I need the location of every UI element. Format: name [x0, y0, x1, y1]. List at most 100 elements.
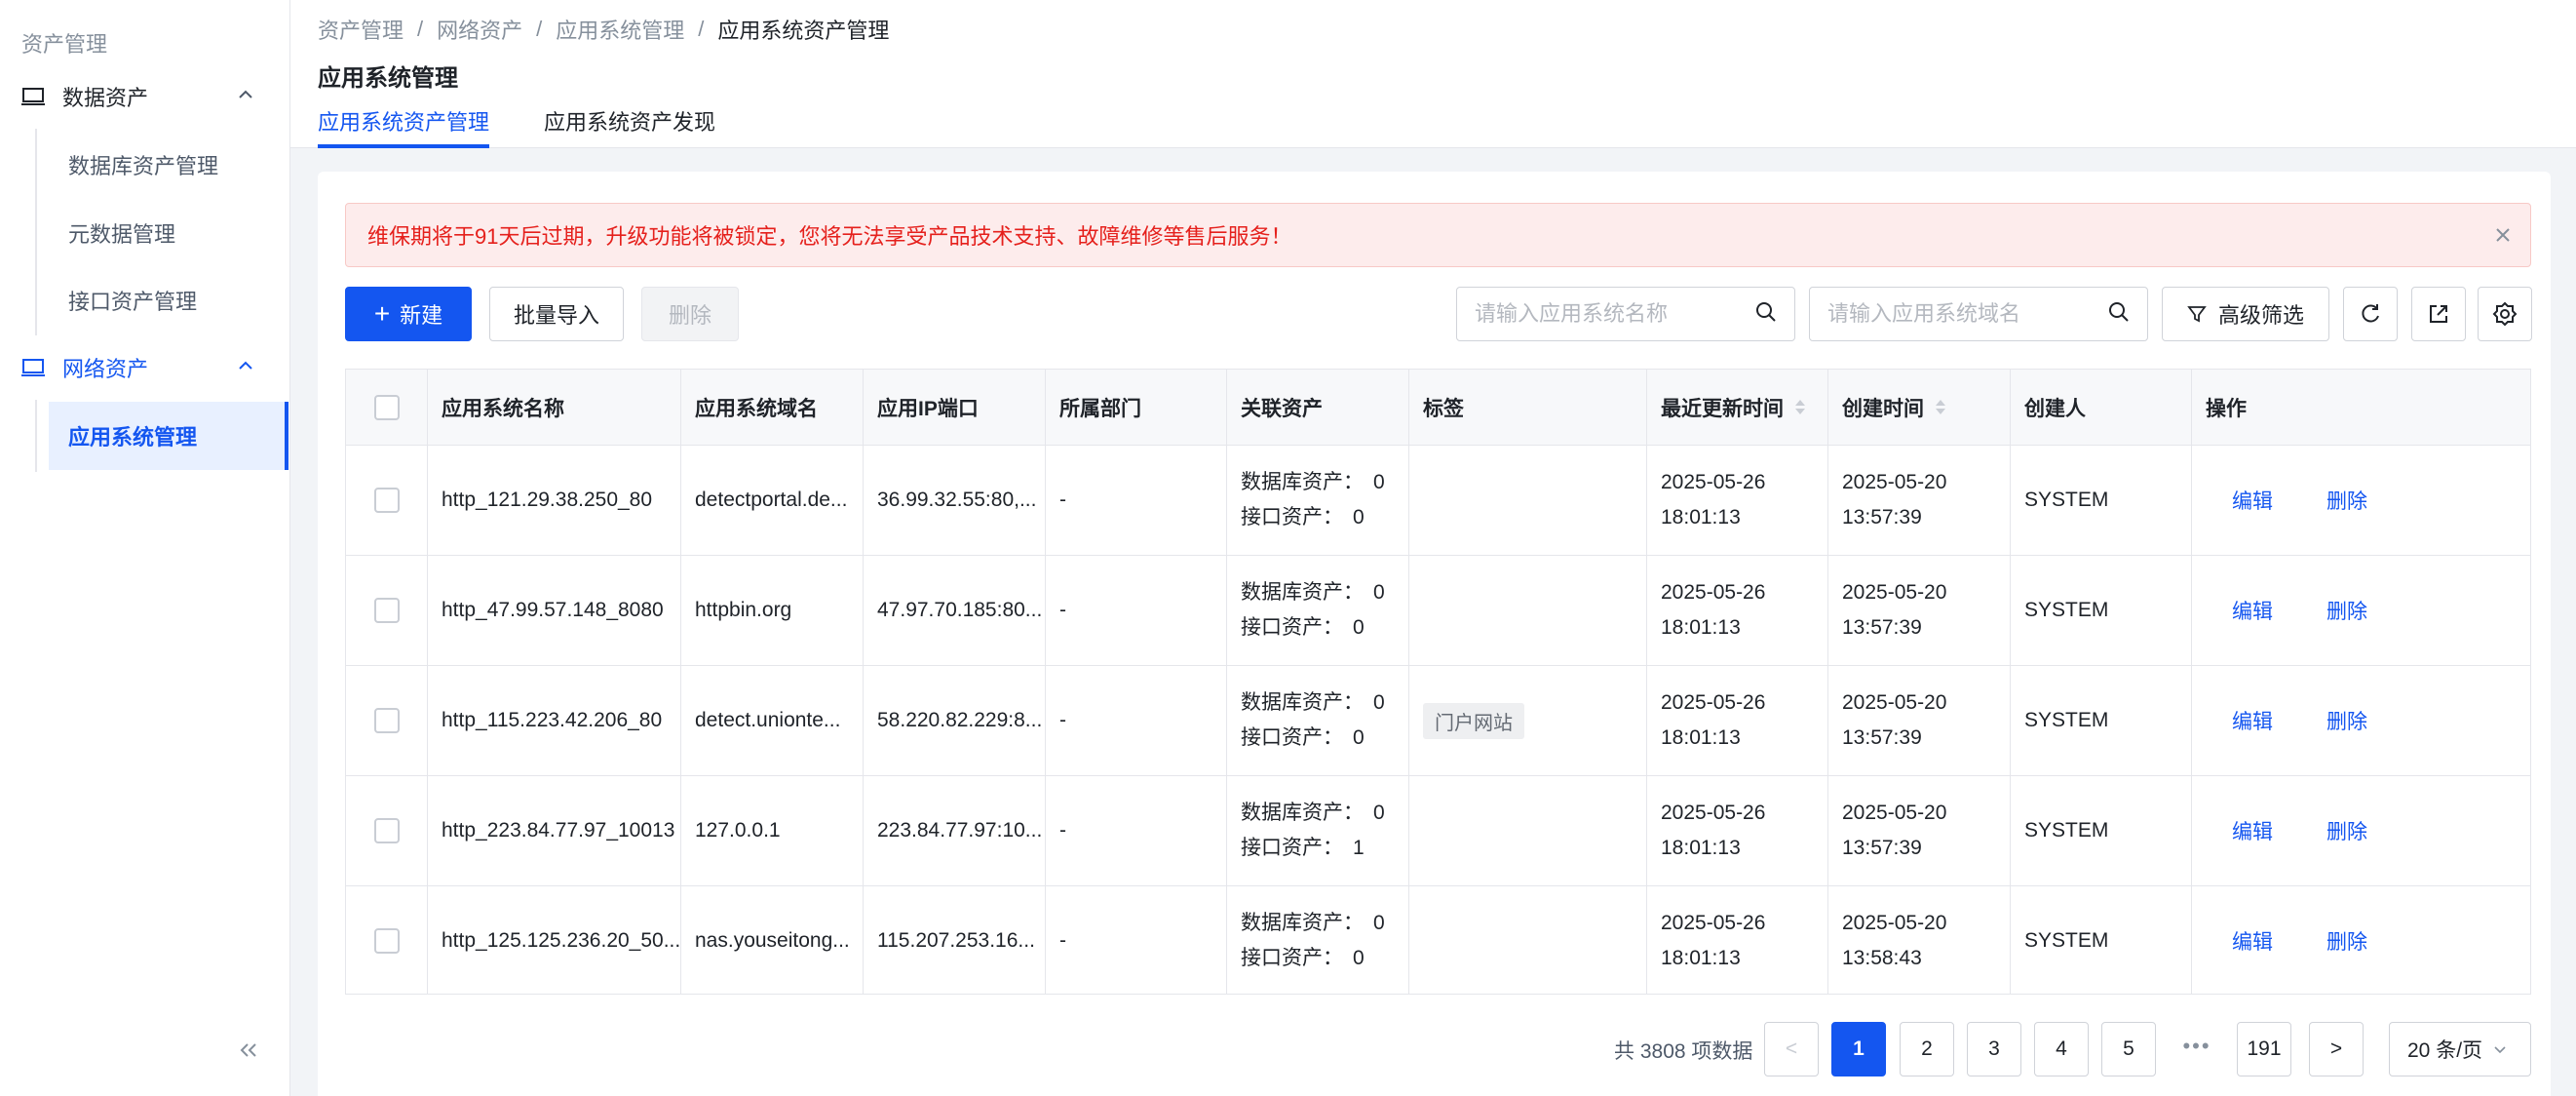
db-asset-label: 数据库资产：	[1241, 691, 1364, 714]
main-card: 维保期将于91天后过期，升级功能将被锁定，您将无法享受产品技术支持、故障维修等售…	[318, 172, 2551, 1096]
edit-link[interactable]: 编辑	[2232, 596, 2273, 625]
edit-link[interactable]: 编辑	[2232, 486, 2273, 515]
api-asset-label: 接口资产：	[1241, 726, 1343, 749]
delete-link[interactable]: 删除	[2326, 816, 2367, 845]
column-header-sortable[interactable]: 最近更新时间	[1647, 370, 1828, 445]
page-button-2[interactable]: 2	[1900, 1022, 1954, 1076]
sidebar-item-app-system[interactable]: 应用系统管理	[49, 402, 288, 470]
delete-link[interactable]: 删除	[2326, 596, 2367, 625]
row-select-cell	[346, 556, 428, 665]
tab-app-asset-discovery[interactable]: 应用系统资产发现	[544, 101, 715, 148]
page-button-1[interactable]: 1	[1831, 1022, 1886, 1076]
export-icon[interactable]	[2411, 287, 2466, 341]
cell-domain: httpbin.org	[681, 556, 864, 665]
page-header: 资产管理 / 网络资产 / 应用系统管理 / 应用系统资产管理 应用系统管理 应…	[290, 0, 2576, 148]
page-button-3[interactable]: 3	[1967, 1022, 2021, 1076]
column-header-label: 最近更新时间	[1661, 397, 1784, 420]
breadcrumb-separator: /	[417, 17, 424, 41]
search-icon[interactable]	[1755, 301, 1777, 328]
cell-tags	[1409, 556, 1647, 665]
db-asset-count: 0	[1373, 912, 1385, 934]
column-header-sortable[interactable]: 创建时间	[1828, 370, 2011, 445]
search-icon[interactable]	[2108, 301, 2130, 328]
advanced-filter-button[interactable]: 高级筛选	[2162, 287, 2329, 341]
row-checkbox[interactable]	[373, 598, 400, 623]
edit-link[interactable]: 编辑	[2232, 706, 2273, 735]
row-checkbox[interactable]	[373, 818, 400, 843]
batch-import-button[interactable]: 批量导入	[489, 287, 624, 341]
cell-created-time: 2025-05-20 13:58:43	[1828, 886, 2011, 994]
row-select-cell	[346, 446, 428, 555]
sort-icon[interactable]	[1936, 400, 1945, 414]
edit-link[interactable]: 编辑	[2232, 926, 2273, 956]
sort-icon[interactable]	[1795, 400, 1805, 414]
new-button[interactable]: + 新建	[345, 287, 472, 341]
breadcrumb-item[interactable]: 应用系统管理	[556, 14, 684, 45]
api-asset-label: 接口资产：	[1241, 506, 1343, 528]
search-domain-input[interactable]	[1827, 301, 2108, 327]
breadcrumb-item[interactable]: 网络资产	[437, 14, 522, 45]
row-select-cell	[346, 776, 428, 885]
row-checkbox[interactable]	[373, 708, 400, 733]
select-all-checkbox[interactable]	[373, 394, 400, 420]
cell-ip-port: 36.99.32.55:80,...	[864, 446, 1046, 555]
page-ellipsis[interactable]: •••	[2170, 1034, 2224, 1059]
prev-page-button[interactable]: <	[1764, 1022, 1819, 1076]
cell-tags: 门户网站	[1409, 666, 1647, 775]
created-time: 13:58:43	[1842, 947, 1922, 969]
cell-domain: detect.unionte...	[681, 666, 864, 775]
api-asset-label: 接口资产：	[1241, 837, 1343, 859]
cell-related-assets: 数据库资产： 0 接口资产： 1	[1227, 776, 1409, 885]
page-button-last[interactable]: 191	[2237, 1022, 2291, 1076]
sidebar-group-label: 数据资产	[62, 86, 149, 110]
table-row: http_115.223.42.206_80 detect.unionte... 5…	[346, 666, 2530, 776]
created-date: 2025-05-20	[1842, 691, 1947, 714]
cell-tags	[1409, 776, 1647, 885]
search-domain-box	[1809, 287, 2148, 341]
page-button-4[interactable]: 4	[2034, 1022, 2089, 1076]
cell-related-assets: 数据库资产： 0 接口资产： 0	[1227, 886, 1409, 994]
sidebar-item-database-assets[interactable]: 数据库资产管理	[49, 131, 288, 199]
row-checkbox[interactable]	[373, 488, 400, 513]
table-row: http_223.84.77.97_10013 127.0.0.1 223.84.7…	[346, 776, 2530, 886]
sidebar-item-api-assets[interactable]: 接口资产管理	[49, 266, 288, 334]
delete-link[interactable]: 删除	[2326, 486, 2367, 515]
sidebar-group-network-assets[interactable]: 网络资产	[21, 346, 269, 389]
cell-domain: detectportal.de...	[681, 446, 864, 555]
updated-time: 18:01:13	[1661, 947, 1741, 969]
row-checkbox[interactable]	[373, 928, 400, 954]
api-asset-count: 0	[1353, 506, 1365, 528]
updated-time: 18:01:13	[1661, 506, 1741, 528]
column-header: 应用系统域名	[681, 370, 864, 445]
db-asset-count: 0	[1373, 471, 1385, 493]
search-name-input[interactable]	[1475, 301, 1755, 327]
page-size-select[interactable]: 20 条/页	[2389, 1022, 2531, 1076]
gear-icon[interactable]	[2478, 287, 2532, 341]
collapse-sidebar-icon[interactable]	[234, 1036, 263, 1065]
created-time: 13:57:39	[1842, 726, 1922, 749]
delete-button[interactable]: 删除	[641, 287, 739, 341]
cell-actions: 编辑 删除	[2192, 886, 2530, 994]
column-header: 操作	[2206, 397, 2247, 420]
column-header: 应用IP端口	[864, 370, 1046, 445]
cell-related-assets: 数据库资产： 0 接口资产： 0	[1227, 446, 1409, 555]
db-asset-count: 0	[1373, 691, 1385, 714]
close-icon[interactable]	[2491, 223, 2515, 247]
edit-link[interactable]: 编辑	[2232, 816, 2273, 845]
page-button-5[interactable]: 5	[2101, 1022, 2156, 1076]
cell-tags	[1409, 886, 1647, 994]
next-page-button[interactable]: >	[2309, 1022, 2364, 1076]
breadcrumb-item[interactable]: 资产管理	[318, 14, 404, 45]
delete-link[interactable]: 删除	[2326, 926, 2367, 956]
advanced-filter-label: 高级筛选	[2217, 303, 2304, 328]
sidebar-group-data-assets[interactable]: 数据资产	[21, 75, 269, 118]
cell-created-time: 2025-05-20 13:57:39	[1828, 556, 2011, 665]
alert-text: 维保期将于91天后过期，升级功能将被锁定，您将无法享受产品技术支持、故障维修等售…	[367, 224, 1292, 249]
sidebar-item-metadata[interactable]: 元数据管理	[49, 199, 288, 267]
updated-time: 18:01:13	[1661, 616, 1741, 639]
refresh-icon[interactable]	[2343, 287, 2398, 341]
table-row: http_121.29.38.250_80 detectportal.de... 3…	[346, 446, 2530, 556]
delete-link[interactable]: 删除	[2326, 706, 2367, 735]
tab-app-asset-management[interactable]: 应用系统资产管理	[318, 101, 490, 148]
updated-date: 2025-05-26	[1661, 912, 1766, 934]
